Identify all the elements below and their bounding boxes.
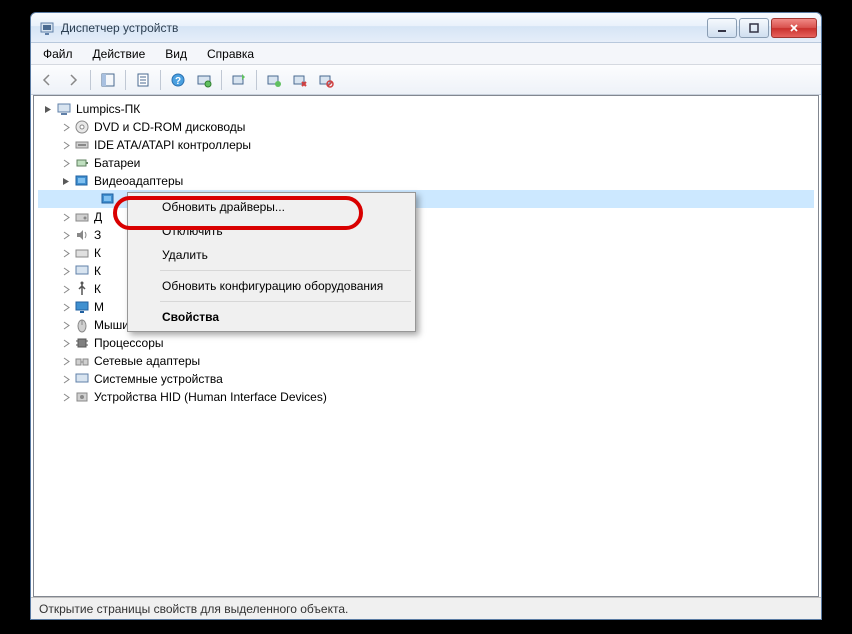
expander-icon[interactable] xyxy=(60,355,72,367)
tree-label: К xyxy=(94,282,101,296)
expander-icon[interactable] xyxy=(60,121,72,133)
expander-icon[interactable] xyxy=(60,175,72,187)
expander-icon[interactable] xyxy=(60,211,72,223)
tree-label: К xyxy=(94,246,101,260)
scan-hardware-button[interactable] xyxy=(192,68,216,92)
monitor-icon xyxy=(74,299,90,315)
ide-icon xyxy=(74,137,90,153)
show-hide-tree-button[interactable] xyxy=(96,68,120,92)
usb-icon xyxy=(74,281,90,297)
tree-root[interactable]: Lumpics-ПК xyxy=(38,100,814,118)
battery-icon xyxy=(74,155,90,171)
system-icon xyxy=(74,371,90,387)
toolbar-separator xyxy=(256,70,257,90)
expander-icon[interactable] xyxy=(60,265,72,277)
expander-icon[interactable] xyxy=(60,301,72,313)
properties-button[interactable] xyxy=(131,68,155,92)
tree-item[interactable]: Устройства HID (Human Interface Devices) xyxy=(38,388,814,406)
titlebar[interactable]: Диспетчер устройств xyxy=(31,13,821,43)
tree-item[interactable]: Батареи xyxy=(38,154,814,172)
tree-label: Видеоадаптеры xyxy=(94,174,183,188)
close-button[interactable] xyxy=(771,18,817,38)
window-buttons xyxy=(707,18,817,38)
expander-icon[interactable] xyxy=(60,319,72,331)
disk-icon xyxy=(74,209,90,225)
mouse-icon xyxy=(74,317,90,333)
toolbar-separator xyxy=(221,70,222,90)
audio-icon xyxy=(74,227,90,243)
menu-view[interactable]: Вид xyxy=(155,45,197,63)
tree-item[interactable]: Сетевые адаптеры xyxy=(38,352,814,370)
help-button[interactable]: ? xyxy=(166,68,190,92)
ctx-separator xyxy=(160,301,411,302)
tree-label: Системные устройства xyxy=(94,372,223,386)
tree-label: Устройства HID (Human Interface Devices) xyxy=(94,390,327,404)
statusbar: Открытие страницы свойств для выделенног… xyxy=(31,597,821,619)
tree-label: Батареи xyxy=(94,156,140,170)
maximize-button[interactable] xyxy=(739,18,769,38)
tree-label: Сетевые адаптеры xyxy=(94,354,200,368)
context-menu: Обновить драйверы... Отключить Удалить О… xyxy=(127,192,416,332)
expander-icon[interactable] xyxy=(60,373,72,385)
nav-forward-button[interactable] xyxy=(61,68,85,92)
expander-icon[interactable] xyxy=(60,337,72,349)
uninstall-button[interactable] xyxy=(288,68,312,92)
disable-button[interactable] xyxy=(314,68,338,92)
tree-label: Lumpics-ПК xyxy=(76,102,140,116)
tree-item[interactable]: DVD и CD-ROM дисководы xyxy=(38,118,814,136)
tree-label: DVD и CD-ROM дисководы xyxy=(94,120,245,134)
app-icon xyxy=(39,20,55,36)
menubar: Файл Действие Вид Справка xyxy=(31,43,821,65)
window-title: Диспетчер устройств xyxy=(61,21,707,35)
tree-label: З xyxy=(94,228,101,242)
minimize-button[interactable] xyxy=(707,18,737,38)
expander-icon[interactable] xyxy=(60,391,72,403)
ctx-properties[interactable]: Свойства xyxy=(130,305,413,329)
menu-help[interactable]: Справка xyxy=(197,45,264,63)
expander-icon[interactable] xyxy=(60,157,72,169)
tree-label: IDE ATA/ATAPI контроллеры xyxy=(94,138,251,152)
toolbar-separator xyxy=(160,70,161,90)
ctx-delete[interactable]: Удалить xyxy=(130,243,413,267)
dvd-icon xyxy=(74,119,90,135)
toolbar-separator xyxy=(90,70,91,90)
computer-icon xyxy=(56,101,72,117)
tree-label: Д xyxy=(94,210,102,224)
tree-label: М xyxy=(94,300,104,314)
expander-icon[interactable] xyxy=(42,103,54,115)
tree-label: Процессоры xyxy=(94,336,164,350)
tree-item-video[interactable]: Видеоадаптеры xyxy=(38,172,814,190)
device-tree[interactable]: Lumpics-ПК DVD и CD-ROM дисководы IDE AT… xyxy=(33,95,819,597)
expander-icon[interactable] xyxy=(60,139,72,151)
network-icon xyxy=(74,353,90,369)
expander-icon[interactable] xyxy=(60,247,72,259)
toolbar-separator xyxy=(125,70,126,90)
display-adapter-icon xyxy=(100,191,116,207)
cpu-icon xyxy=(74,335,90,351)
menu-file[interactable]: Файл xyxy=(33,45,83,63)
tree-item[interactable]: Процессоры xyxy=(38,334,814,352)
ctx-update-drivers[interactable]: Обновить драйверы... xyxy=(130,195,413,219)
enable-button[interactable] xyxy=(262,68,286,92)
tree-item[interactable]: Системные устройства xyxy=(38,370,814,388)
nav-back-button[interactable] xyxy=(35,68,59,92)
ctx-refresh-config[interactable]: Обновить конфигурацию оборудования xyxy=(130,274,413,298)
keyboard-icon xyxy=(74,245,90,261)
svg-text:?: ? xyxy=(175,76,181,87)
computer-icon xyxy=(74,263,90,279)
device-manager-window: Диспетчер устройств Файл Действие Вид Сп… xyxy=(30,12,822,620)
tree-label: К xyxy=(94,264,101,278)
ctx-disable[interactable]: Отключить xyxy=(130,219,413,243)
update-driver-button[interactable] xyxy=(227,68,251,92)
ctx-separator xyxy=(160,270,411,271)
toolbar: ? xyxy=(31,65,821,95)
hid-icon xyxy=(74,389,90,405)
menu-action[interactable]: Действие xyxy=(83,45,156,63)
status-text: Открытие страницы свойств для выделенног… xyxy=(39,602,348,616)
expander-icon[interactable] xyxy=(60,283,72,295)
expander-icon[interactable] xyxy=(60,229,72,241)
display-adapter-icon xyxy=(74,173,90,189)
tree-item[interactable]: IDE ATA/ATAPI контроллеры xyxy=(38,136,814,154)
